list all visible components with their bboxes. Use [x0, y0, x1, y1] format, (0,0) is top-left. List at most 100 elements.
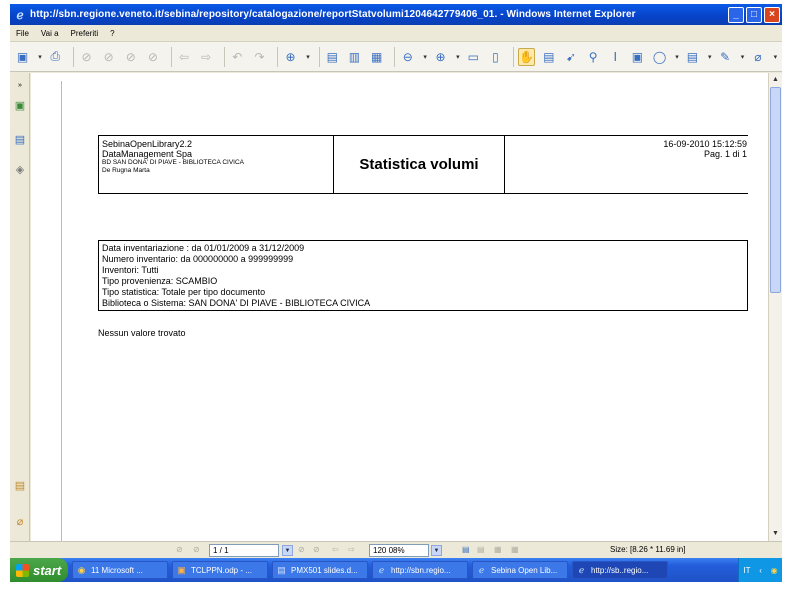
attachments-icon[interactable]: ⌀	[13, 513, 27, 529]
shape-ellipse-icon[interactable]: ◯	[651, 48, 668, 66]
zoom-dropdown-icon[interactable]: ▾	[304, 48, 312, 66]
zoom-in-dropdown-icon[interactable]: ▾	[454, 48, 462, 66]
tray-outlook-icon[interactable]: ◉	[771, 566, 778, 575]
maximize-button[interactable]: □	[746, 6, 762, 23]
zoom-out-dropdown-icon[interactable]: ▾	[421, 48, 429, 66]
forward-nav-icon[interactable]: ⇨	[348, 545, 355, 554]
criteria-line: Biblioteca o Sistema: SAN DONA' DI PIAVE…	[102, 298, 371, 308]
attach-dropdown-icon[interactable]: ▾	[772, 48, 780, 66]
continuous-facing-layout-icon[interactable]: ▦	[511, 545, 519, 554]
panel-expand-icon[interactable]: »	[13, 77, 27, 93]
taskbar-item-outlook[interactable]: ◉ 11 Microsoft ...	[72, 561, 168, 579]
single-page-icon[interactable]: ▭	[465, 48, 482, 66]
first-page-icon[interactable]: ⊘	[78, 48, 95, 66]
close-button[interactable]: ×	[764, 6, 780, 23]
highlight-icon[interactable]: ✎	[717, 48, 734, 66]
taskbar-item-label: 11 Microsoft ...	[91, 565, 143, 575]
scroll-up-icon[interactable]: ▲	[770, 74, 781, 86]
start-button[interactable]: start	[10, 558, 68, 582]
hand-tool-icon[interactable]: ✋	[517, 47, 536, 66]
scroll-down-icon[interactable]: ▼	[770, 528, 781, 540]
system-tray: IT ‹ ◉	[738, 558, 782, 582]
window-title: http://sbn.regione.veneto.it/sebina/repo…	[30, 9, 636, 20]
company-name: DataManagement Spa	[102, 149, 193, 159]
minimize-button[interactable]: _	[728, 6, 744, 23]
print-icon[interactable]: ⎙	[47, 48, 64, 66]
continuous-layout-icon[interactable]: ▤	[477, 545, 485, 554]
text-select-icon[interactable]: Ⅰ	[607, 48, 624, 66]
undo-icon[interactable]: ↶	[229, 48, 246, 66]
fit-width-icon[interactable]: ▦	[368, 48, 385, 66]
page-number-input[interactable]: 1 / 1	[209, 544, 279, 557]
windows-taskbar: start ◉ 11 Microsoft ... ▣ TCLPPN.odp - …	[10, 558, 782, 582]
first-page-nav-icon[interactable]: ⊘	[176, 545, 183, 554]
comments-icon[interactable]: ▤	[13, 477, 27, 493]
ie-icon: ℯ	[578, 564, 585, 575]
layers-icon[interactable]: ◈	[13, 161, 27, 177]
page-dropdown-icon[interactable]: ▼	[282, 545, 293, 556]
taskbar-item-browser-3[interactable]: ℯ http://sb..regio...	[572, 561, 668, 579]
redo-icon[interactable]: ↷	[251, 48, 268, 66]
windows-logo-icon	[16, 563, 29, 577]
toolbar-separator	[223, 46, 225, 67]
continuous-page-icon[interactable]: ▯	[487, 48, 504, 66]
shape-dropdown-icon[interactable]: ▾	[673, 48, 681, 66]
back-nav-icon[interactable]: ⇦	[332, 545, 339, 554]
impress-icon: ▣	[177, 564, 186, 575]
previous-page-icon[interactable]: ⊘	[100, 48, 117, 66]
toolbar-separator	[72, 46, 74, 67]
zoom-input[interactable]: 120 08%	[369, 544, 429, 557]
language-indicator[interactable]: IT	[743, 566, 750, 575]
zoom-value-dropdown-icon[interactable]: ▼	[431, 545, 442, 556]
header-info: SebinaOpenLibrary2.2 DataManagement Spa …	[99, 136, 334, 193]
toolbar-separator	[277, 46, 278, 67]
attach-icon[interactable]: ⌀	[749, 48, 766, 66]
bookmarks-icon[interactable]: ▣	[13, 97, 27, 113]
zoom-in-icon[interactable]: ⊕	[282, 48, 299, 66]
find-icon[interactable]: ⚲	[585, 48, 602, 66]
back-view-icon[interactable]: ⇦	[175, 48, 192, 66]
report-page: SebinaOpenLibrary2.2 DataManagement Spa …	[61, 81, 761, 541]
menu-goto[interactable]: Vai a	[41, 29, 59, 38]
taskbar-item-browser-2[interactable]: ℯ Sebina Open Lib...	[472, 561, 568, 579]
menu-favorites[interactable]: Preferiti	[71, 29, 99, 38]
pages-icon[interactable]: ▤	[13, 131, 27, 147]
next-page-icon[interactable]: ⊘	[122, 48, 139, 66]
forward-view-icon[interactable]: ⇨	[198, 48, 215, 66]
last-page-icon[interactable]: ⊘	[144, 48, 161, 66]
highlight-dropdown-icon[interactable]: ▾	[739, 48, 747, 66]
next-page-nav-icon[interactable]: ⊘	[298, 545, 305, 554]
menu-file[interactable]: File	[16, 29, 29, 38]
comment-dropdown-icon[interactable]: ▾	[706, 48, 714, 66]
software-name: SebinaOpenLibrary2.2	[102, 139, 193, 149]
taskbar-item-label: Sebina Open Lib...	[491, 565, 558, 575]
zoom-out-circle-icon[interactable]: ⊖	[399, 48, 416, 66]
select-text-icon[interactable]: ▤	[540, 48, 557, 66]
taskbar-item-impress[interactable]: ▣ TCLPPN.odp - ...	[172, 561, 268, 579]
zoom-in-circle-icon[interactable]: ⊕	[432, 48, 449, 66]
criteria-box: Data inventariazione : da 01/01/2009 a 3…	[98, 240, 748, 311]
save-dropdown-icon[interactable]: ▾	[36, 48, 44, 66]
prev-page-nav-icon[interactable]: ⊘	[193, 545, 200, 554]
internet-explorer-icon: ℯ	[16, 7, 24, 22]
actual-size-icon[interactable]: ▤	[324, 48, 341, 66]
ie-icon: ℯ	[478, 564, 485, 575]
last-page-nav-icon[interactable]: ⊘	[313, 545, 320, 554]
select-tool-icon[interactable]: ➹	[562, 48, 579, 66]
header-meta: 16-09-2010 15:12:59 Pag. 1 di 1	[506, 136, 749, 193]
single-page-layout-icon[interactable]: ▤	[462, 545, 470, 554]
tray-arrow-icon[interactable]: ‹	[759, 566, 762, 575]
window-titlebar[interactable]: ℯ http://sbn.regione.veneto.it/sebina/re…	[10, 4, 782, 25]
facing-layout-icon[interactable]: ▦	[494, 545, 502, 554]
fit-page-icon[interactable]: ▥	[346, 48, 363, 66]
taskbar-item-label: TCLPPN.odp - ...	[191, 565, 252, 575]
taskbar-item-browser-1[interactable]: ℯ http://sbn.regio...	[372, 561, 468, 579]
vertical-scrollbar[interactable]: ▲ ▼	[768, 73, 782, 541]
snapshot-icon[interactable]: ▣	[629, 48, 646, 66]
taskbar-item-word[interactable]: ▤ PMX501 slides.d...	[272, 561, 368, 579]
document-viewport[interactable]: SebinaOpenLibrary2.2 DataManagement Spa …	[31, 73, 768, 541]
menu-help[interactable]: ?	[110, 29, 114, 38]
save-icon[interactable]: ▣	[14, 48, 31, 66]
comment-icon[interactable]: ▤	[684, 48, 701, 66]
scrollbar-thumb[interactable]	[770, 87, 781, 293]
